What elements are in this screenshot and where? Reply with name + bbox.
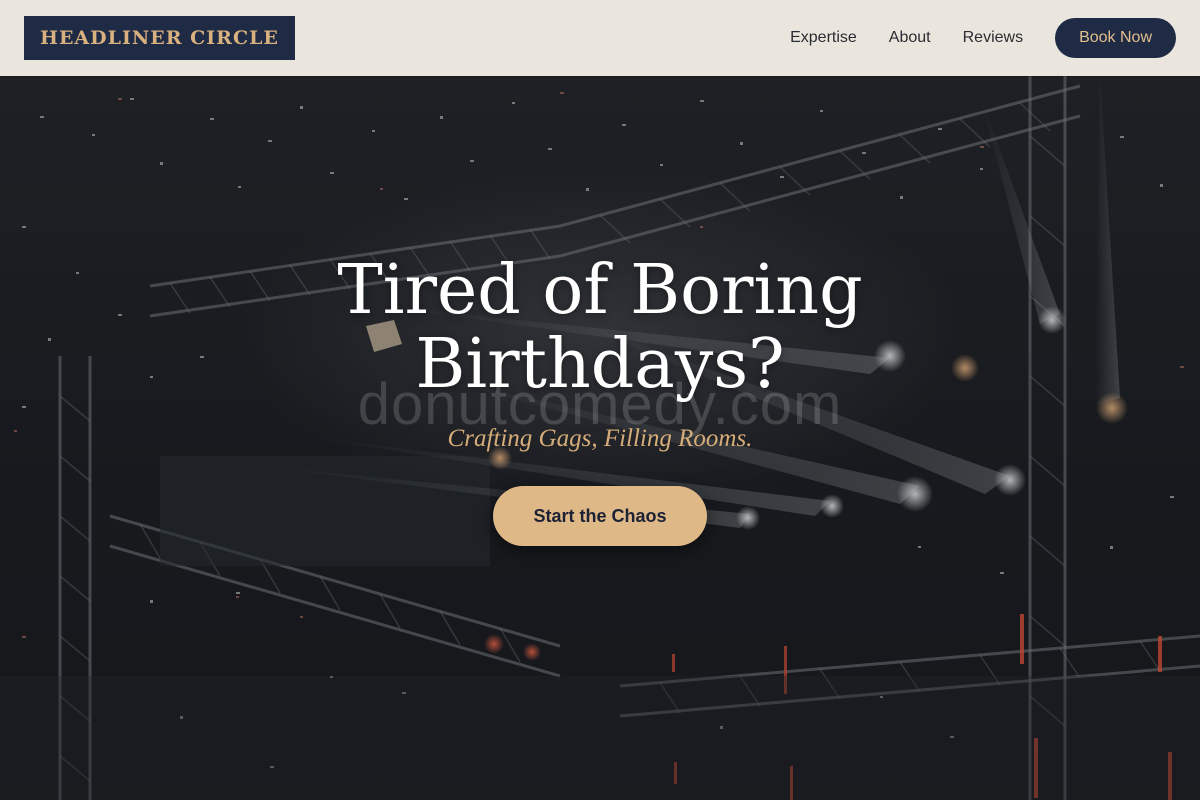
top-navbar: HEADLINER CIRCLE Expertise About Reviews… bbox=[0, 0, 1200, 76]
hero-subtitle: Crafting Gags, Filling Rooms. bbox=[447, 425, 753, 452]
nav-link-expertise[interactable]: Expertise bbox=[790, 29, 857, 47]
nav-links: Expertise About Reviews Book Now bbox=[790, 18, 1176, 58]
hero-section: Tired of Boring Birthdays? donutcomedy.c… bbox=[0, 76, 1200, 800]
page: HEADLINER CIRCLE Expertise About Reviews… bbox=[0, 0, 1200, 800]
hero-content: Tired of Boring Birthdays? donutcomedy.c… bbox=[0, 76, 1200, 800]
start-the-chaos-button[interactable]: Start the Chaos bbox=[493, 486, 707, 546]
book-now-button[interactable]: Book Now bbox=[1055, 18, 1176, 58]
nav-link-about[interactable]: About bbox=[889, 29, 931, 47]
logo[interactable]: HEADLINER CIRCLE bbox=[24, 16, 295, 60]
nav-link-reviews[interactable]: Reviews bbox=[963, 29, 1023, 47]
